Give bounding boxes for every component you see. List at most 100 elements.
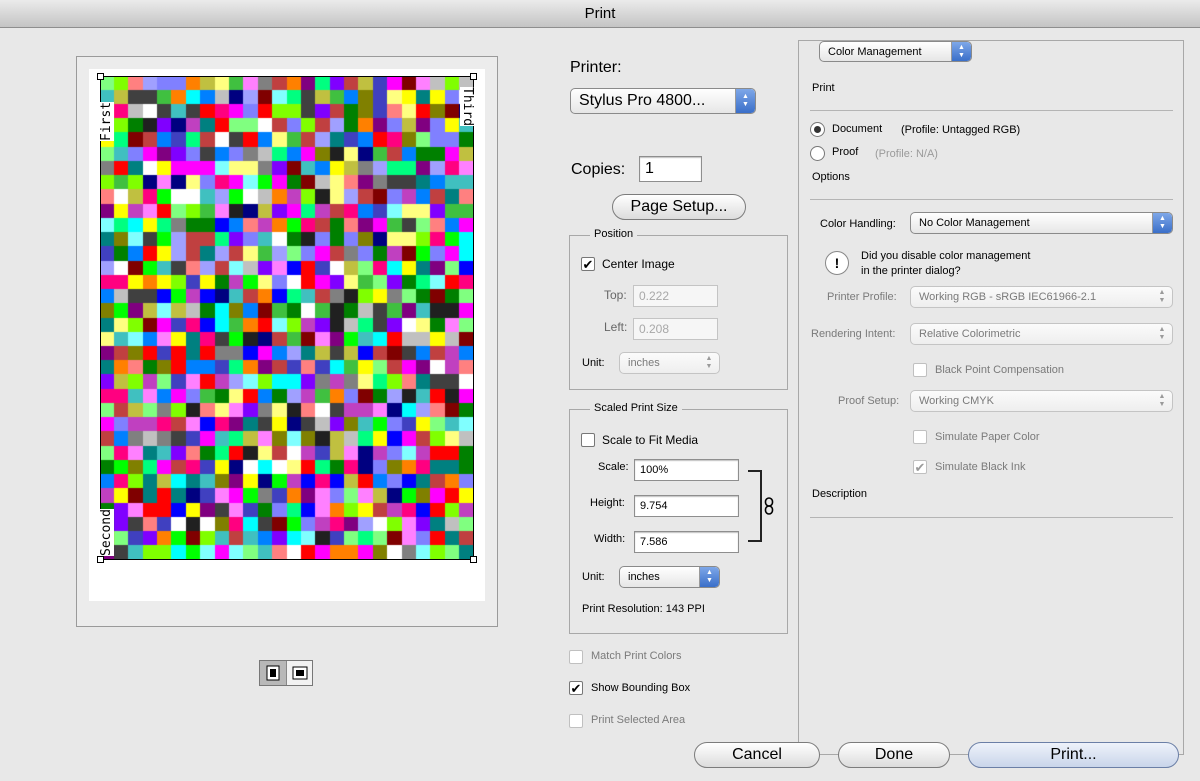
printer-label: Printer: bbox=[570, 59, 622, 76]
print-preview: First Second Third bbox=[76, 56, 498, 627]
width-input[interactable]: 7.586 bbox=[634, 531, 739, 553]
width-label: Width: bbox=[594, 533, 626, 545]
updown-arrows-icon: ▲ ▼ bbox=[1158, 289, 1166, 304]
cancel-button[interactable]: Cancel bbox=[694, 742, 820, 768]
preview-image bbox=[100, 76, 474, 560]
document-profile: (Profile: Untagged RGB) bbox=[901, 124, 1021, 136]
updown-arrows-icon: ▲ ▼ bbox=[705, 355, 713, 370]
updown-arrows-icon: ▲ ▼ bbox=[699, 567, 719, 587]
simulate-black-checkbox[interactable]: ✔ bbox=[913, 460, 927, 474]
separator bbox=[810, 110, 1173, 111]
printer-profile-label: Printer Profile: bbox=[827, 291, 897, 303]
warning-line-1: Did you disable color management bbox=[861, 250, 1031, 262]
printer-value: Stylus Pro 4800... bbox=[579, 92, 706, 109]
warning-icon: ! bbox=[825, 251, 849, 275]
checkmark-icon: ✔ bbox=[582, 256, 594, 272]
link-bracket bbox=[748, 470, 762, 542]
scaled-unit-label: Unit: bbox=[582, 571, 605, 583]
position-unit-popup[interactable]: inches ▲ ▼ bbox=[619, 352, 720, 374]
scale-label: Scale: bbox=[598, 461, 629, 473]
color-handling-value: No Color Management bbox=[919, 217, 1030, 229]
bbox-handle-top-right[interactable] bbox=[470, 73, 477, 80]
done-button[interactable]: Done bbox=[838, 742, 950, 768]
top-input[interactable]: 0.222 bbox=[633, 285, 718, 307]
chain-link-icon[interactable] bbox=[764, 497, 774, 518]
corner-label-second: Second bbox=[99, 509, 114, 556]
print-button[interactable]: Print... bbox=[968, 742, 1179, 768]
updown-arrows-icon: ▲ ▼ bbox=[735, 89, 755, 113]
rendering-intent-value: Relative Colorimetric bbox=[919, 328, 1021, 340]
rendering-intent-popup[interactable]: Relative Colorimetric ▲ ▼ bbox=[910, 323, 1173, 345]
copies-label: Copies: bbox=[571, 161, 626, 178]
color-handling-popup[interactable]: No Color Management ▲ ▼ bbox=[910, 212, 1173, 234]
black-point-checkbox[interactable] bbox=[913, 363, 927, 377]
height-label: Height: bbox=[590, 497, 625, 509]
height-input[interactable]: 9.754 bbox=[634, 495, 739, 517]
simulate-black-label: Simulate Black Ink bbox=[935, 461, 1026, 473]
updown-arrows-icon: ▲ ▼ bbox=[1158, 326, 1166, 341]
position-title: Position bbox=[590, 228, 638, 240]
printer-profile-popup[interactable]: Working RGB - sRGB IEC61966-2.1 ▲ ▼ bbox=[910, 286, 1173, 308]
scale-input[interactable]: 100% bbox=[634, 459, 739, 481]
page-setup-button[interactable]: Page Setup... bbox=[612, 194, 746, 220]
position-unit-value: inches bbox=[628, 357, 660, 369]
document-label: Document bbox=[832, 123, 883, 135]
document-radio[interactable] bbox=[810, 122, 825, 137]
proof-setup-value: Working CMYK bbox=[919, 395, 994, 407]
separator bbox=[810, 517, 1173, 518]
window-title: Print bbox=[0, 0, 1200, 28]
corner-label-third: Third bbox=[460, 87, 475, 127]
bbox-handle-bottom-right[interactable] bbox=[470, 556, 477, 563]
printer-profile-value: Working RGB - sRGB IEC61966-2.1 bbox=[919, 291, 1097, 303]
separator bbox=[810, 199, 1173, 200]
print-selected-area-label: Print Selected Area bbox=[591, 714, 686, 726]
portrait-icon[interactable] bbox=[260, 661, 286, 685]
corner-label-first-text: First bbox=[99, 101, 114, 141]
corner-label-third-text: Third bbox=[460, 87, 475, 127]
rendering-intent-label: Rendering Intent: bbox=[811, 328, 896, 340]
proof-profile: (Profile: N/A) bbox=[875, 148, 938, 160]
proof-label: Proof bbox=[832, 146, 859, 158]
center-image-label: Center Image bbox=[602, 257, 675, 271]
printer-popup[interactable]: Stylus Pro 4800... ▲ ▼ bbox=[570, 88, 756, 114]
mosaic-image bbox=[100, 76, 474, 560]
show-bounding-box-label: Show Bounding Box bbox=[591, 682, 691, 694]
options-section-title: Options bbox=[812, 171, 850, 183]
scaled-print-size-title: Scaled Print Size bbox=[590, 402, 682, 414]
copies-input[interactable]: 1 bbox=[639, 156, 702, 182]
landscape-icon[interactable] bbox=[286, 661, 312, 685]
preview-page: First Second Third bbox=[89, 69, 485, 601]
scale-to-fit-checkbox[interactable] bbox=[581, 433, 595, 447]
updown-arrows-icon: ▲ ▼ bbox=[1158, 393, 1166, 408]
scaled-unit-value: inches bbox=[628, 571, 660, 583]
description-section-title: Description bbox=[812, 488, 868, 500]
proof-setup-label: Proof Setup: bbox=[838, 395, 900, 407]
checkmark-icon: ✔ bbox=[914, 459, 926, 475]
orientation-buttons bbox=[259, 660, 313, 686]
left-label: Left: bbox=[604, 320, 628, 334]
mode-popup[interactable]: Color Management ▲ ▼ bbox=[819, 41, 972, 62]
radio-dot bbox=[814, 126, 821, 133]
scale-to-fit-label: Scale to Fit Media bbox=[602, 433, 699, 447]
warning-line-2: in the printer dialog? bbox=[861, 265, 961, 277]
position-unit-label: Unit: bbox=[582, 357, 605, 369]
bbox-handle-top-left[interactable] bbox=[97, 73, 104, 80]
color-handling-label: Color Handling: bbox=[820, 218, 896, 230]
simulate-paper-checkbox[interactable] bbox=[913, 430, 927, 444]
proof-setup-popup[interactable]: Working CMYK ▲ ▼ bbox=[910, 390, 1173, 412]
updown-arrows-icon: ▲ ▼ bbox=[951, 42, 971, 61]
scaled-unit-popup[interactable]: inches ▲ ▼ bbox=[619, 566, 720, 588]
show-bounding-box-checkbox[interactable]: ✔ bbox=[569, 681, 583, 695]
bbox-handle-bottom-left[interactable] bbox=[97, 556, 104, 563]
proof-radio[interactable] bbox=[810, 146, 825, 161]
center-image-checkbox[interactable]: ✔ bbox=[581, 257, 595, 271]
corner-label-first: First bbox=[99, 101, 114, 141]
top-label: Top: bbox=[604, 288, 627, 302]
match-print-colors-checkbox[interactable] bbox=[569, 650, 583, 664]
left-input[interactable]: 0.208 bbox=[633, 318, 718, 340]
black-point-label: Black Point Compensation bbox=[935, 364, 1065, 376]
simulate-paper-label: Simulate Paper Color bbox=[935, 431, 1040, 443]
checkmark-icon: ✔ bbox=[570, 680, 582, 696]
corner-label-second-text: Second bbox=[99, 509, 114, 556]
print-selected-area-checkbox[interactable] bbox=[569, 714, 583, 728]
